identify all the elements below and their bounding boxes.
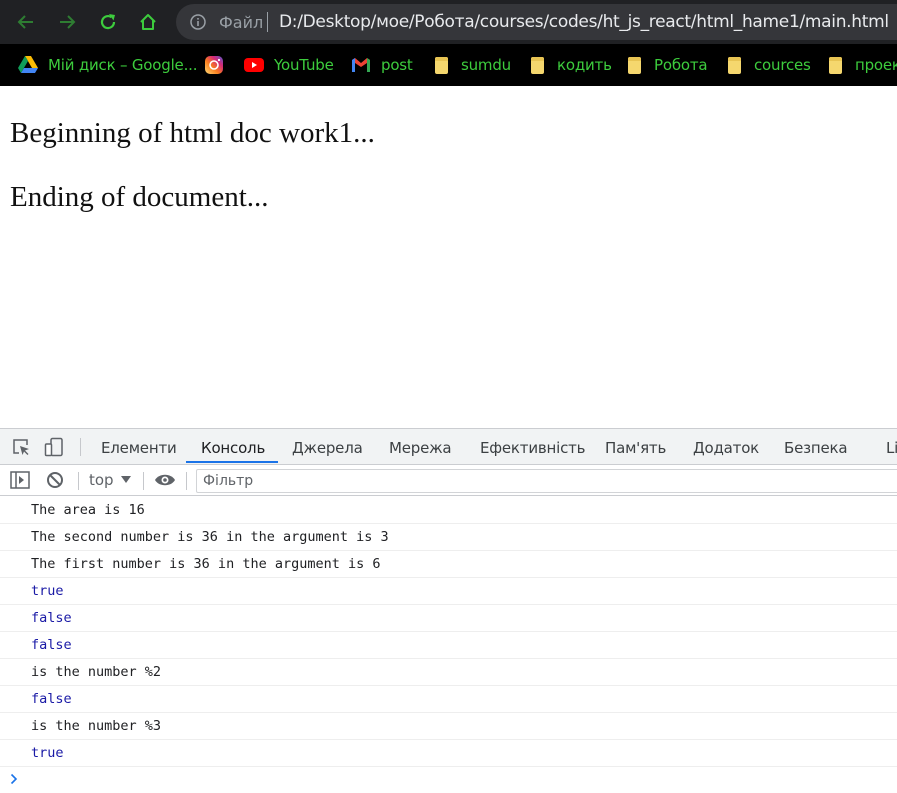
console-message: is the number %2 xyxy=(0,659,897,686)
url-text[interactable]: D:/Desktop/мое/Робота/courses/codes/ht_j… xyxy=(279,12,889,32)
tab-security[interactable]: Безпека xyxy=(784,429,848,464)
console-filter xyxy=(196,469,897,493)
bookmark-youtube[interactable]: YouTube xyxy=(244,44,334,86)
toolbar-divider xyxy=(78,472,79,490)
tab-memory[interactable]: Пам'ять xyxy=(605,429,666,464)
console-message: The first number is 36 in the argument i… xyxy=(0,551,897,578)
console-prompt[interactable] xyxy=(0,767,897,791)
bookmark-folder-sumdu[interactable]: sumdu xyxy=(431,44,511,86)
bookmark-post[interactable]: post xyxy=(351,44,413,86)
tab-elements[interactable]: Елементи xyxy=(101,429,177,464)
active-tab-indicator xyxy=(186,461,278,463)
chevron-down-icon[interactable] xyxy=(121,476,131,483)
console-message: true xyxy=(0,578,897,605)
bookmark-label: кодить xyxy=(557,56,612,74)
info-icon[interactable] xyxy=(190,14,206,30)
bookmark-google-drive[interactable]: Мій диск – Google... xyxy=(18,44,197,86)
gmail-icon xyxy=(351,55,371,75)
scheme-label: Файл xyxy=(219,13,264,32)
toolbar-divider xyxy=(143,472,144,490)
bookmark-label: YouTube xyxy=(274,56,334,74)
back-arrow-icon[interactable] xyxy=(14,10,38,34)
tab-application[interactable]: Додаток xyxy=(693,429,759,464)
sidebar-toggle-icon[interactable] xyxy=(10,471,30,489)
console-message: false xyxy=(0,632,897,659)
chevron-right-icon xyxy=(10,772,18,790)
bookmark-label: проек xyxy=(855,56,897,74)
folder-icon xyxy=(431,55,451,75)
device-toolbar-icon[interactable] xyxy=(44,437,64,457)
console-message: The second number is 36 in the argument … xyxy=(0,524,897,551)
folder-icon xyxy=(527,55,547,75)
folder-icon xyxy=(624,55,644,75)
console-message: The area is 16 xyxy=(0,497,897,524)
home-icon[interactable] xyxy=(136,10,160,34)
page-paragraph-end: Ending of document... xyxy=(10,181,269,213)
filter-input[interactable] xyxy=(197,470,803,492)
tab-network[interactable]: Мережа xyxy=(389,429,452,464)
address-divider xyxy=(267,12,268,32)
context-selector[interactable]: top xyxy=(89,471,114,489)
bookmark-label: sumdu xyxy=(461,56,511,74)
google-drive-icon xyxy=(18,55,38,75)
bookmark-folder-cources[interactable]: cources xyxy=(724,44,811,86)
youtube-icon xyxy=(244,55,264,75)
bookmark-label: cources xyxy=(754,56,811,74)
page-paragraph-begin: Beginning of html doc work1... xyxy=(10,117,375,149)
instagram-icon xyxy=(204,55,224,75)
live-expression-eye-icon[interactable] xyxy=(154,471,175,489)
toolbar-divider xyxy=(80,438,81,456)
bookmark-label: Робота xyxy=(654,56,708,74)
page-viewport: Beginning of html doc work1... Ending of… xyxy=(0,86,897,428)
inspect-element-icon[interactable] xyxy=(11,437,31,457)
console-message: false xyxy=(0,605,897,632)
clear-console-icon[interactable] xyxy=(46,471,66,489)
toolbar-divider xyxy=(186,472,187,490)
reload-icon[interactable] xyxy=(96,10,120,34)
tab-lighthouse[interactable]: Li xyxy=(886,429,897,464)
bookmark-label: post xyxy=(381,56,413,74)
tab-sources[interactable]: Джерела xyxy=(292,429,363,464)
console-message: false xyxy=(0,686,897,713)
console-message: is the number %3 xyxy=(0,713,897,740)
browser-toolbar: Файл D:/Desktop/мое/Робота/courses/codes… xyxy=(0,0,897,44)
address-bar[interactable]: Файл D:/Desktop/мое/Робота/courses/codes… xyxy=(176,4,897,40)
bookmark-folder-proekt[interactable]: проек xyxy=(825,44,897,86)
tab-performance[interactable]: Ефективність xyxy=(480,429,586,464)
tab-console[interactable]: Консоль xyxy=(201,429,265,464)
bookmark-folder-robota[interactable]: Робота xyxy=(624,44,708,86)
console-log: The area is 16 The second number is 36 in… xyxy=(0,497,897,791)
folder-icon xyxy=(724,55,744,75)
bookmark-folder-kodyt[interactable]: кодить xyxy=(527,44,612,86)
bookmark-label: Мій диск – Google... xyxy=(48,56,198,74)
bookmarks-bar: Мій диск – Google... YouTube post sumdu … xyxy=(0,44,897,86)
console-toolbar: top xyxy=(0,465,897,496)
devtools-tab-bar: Елементи Консоль Джерела Мережа Ефективн… xyxy=(0,429,897,465)
devtools-panel: Елементи Консоль Джерела Мережа Ефективн… xyxy=(0,428,897,793)
forward-arrow-icon[interactable] xyxy=(55,10,79,34)
folder-icon xyxy=(825,55,845,75)
bookmark-instagram[interactable] xyxy=(204,44,234,86)
console-message: true xyxy=(0,740,897,767)
